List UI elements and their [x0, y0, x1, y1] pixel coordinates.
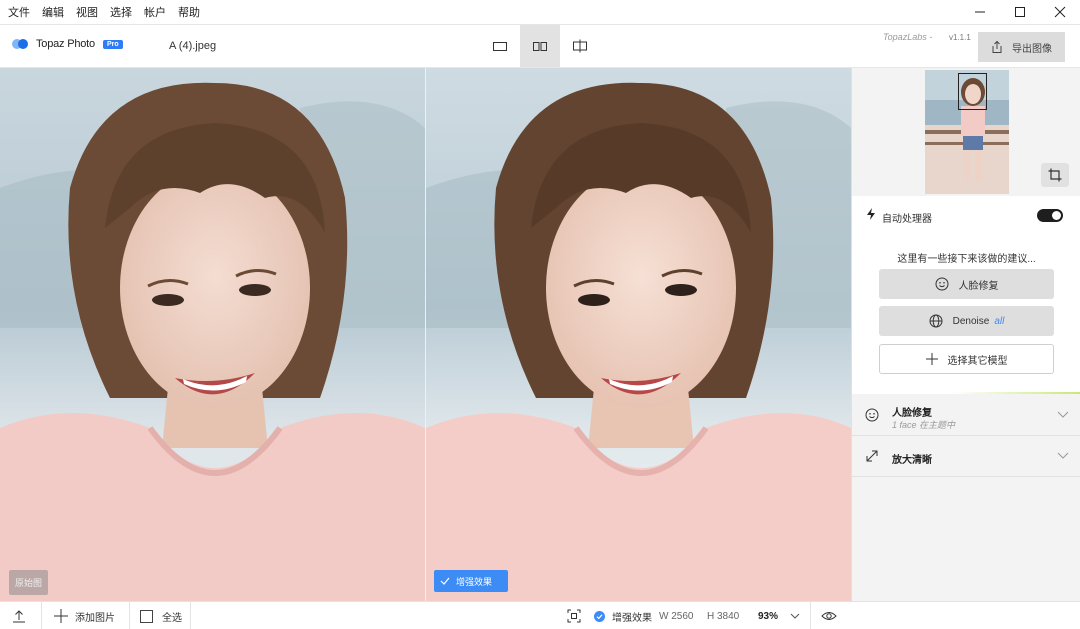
menu-view[interactable]: 视图: [76, 4, 98, 20]
section-subtitle: 1 face 在主题中: [892, 420, 956, 430]
export-icon: [992, 40, 1002, 53]
side-by-side-icon: [533, 42, 547, 51]
menu-file[interactable]: 文件: [8, 4, 30, 20]
chevron-down-icon: [1057, 452, 1069, 459]
chevron-down-icon: [790, 613, 800, 619]
autopilot-toggle[interactable]: [1037, 209, 1063, 222]
add-images-label: 添加图片: [75, 612, 115, 624]
fit-screen-icon: [567, 609, 581, 623]
app-logo: Topaz Photo Pro: [12, 38, 123, 50]
section-title: 放大清晰: [892, 455, 932, 466]
export-label: 导出图像: [1012, 43, 1052, 55]
upload-icon: [13, 610, 25, 623]
crop-button[interactable]: [1041, 163, 1069, 187]
enhanced-status: 增强效果: [594, 602, 652, 629]
check-icon: [440, 577, 450, 585]
add-images-button[interactable]: 添加图片: [54, 602, 115, 629]
menu-edit[interactable]: 编辑: [42, 4, 64, 20]
menu-help[interactable]: 帮助: [178, 4, 200, 20]
split-view-icon: [573, 39, 587, 53]
denoise-label: Denoise: [952, 315, 990, 327]
checkbox-icon: [140, 609, 153, 623]
logo-text: Topaz Photo: [36, 38, 95, 50]
minimize-button[interactable]: [960, 0, 1000, 24]
navigator-thumbnail[interactable]: [925, 70, 1009, 194]
chevron-down-icon: [1057, 411, 1069, 418]
enhanced-photo: [426, 68, 851, 601]
menu-bar: 文件 编辑 视图 选择 帐户 帮助: [0, 0, 1080, 24]
section-face-recovery[interactable]: 人脸修复 1 face 在主题中: [852, 396, 1080, 436]
pro-badge: Pro: [102, 39, 123, 49]
image-width: W 2560: [659, 610, 694, 622]
preview-toggle-button[interactable]: [821, 602, 837, 629]
fit-screen-button[interactable]: [567, 602, 581, 629]
topaz-logo-icon: [12, 38, 30, 50]
face-recovery-suggestion-button[interactable]: 人脸修复: [879, 269, 1054, 299]
eye-icon: [821, 612, 837, 620]
autopilot-card: 自动处理器 这里有一些接下来该做的建议... 人脸修复 Denoise all: [852, 196, 1080, 394]
app-window: 文件 编辑 视图 选择 帐户 帮助 Topaz Photo Pro A (4).…: [0, 0, 1080, 629]
thumbnail-image: [925, 70, 1009, 194]
plus-icon: [54, 609, 68, 623]
brand-label: TopazLabs -: [883, 32, 933, 42]
original-photo: [0, 68, 425, 601]
autopilot-title: 自动处理器: [882, 214, 932, 225]
upload-button[interactable]: [12, 602, 26, 629]
progress-glow: [952, 392, 1080, 394]
choose-model-label: 选择其它模型: [947, 355, 1008, 367]
original-image-pane[interactable]: [0, 68, 425, 601]
image-height: H 3840: [707, 610, 740, 622]
zoom-value: 93%: [758, 610, 779, 622]
choose-model-button[interactable]: 选择其它模型: [879, 344, 1054, 374]
window-controls: [960, 0, 1080, 24]
face-icon: [935, 277, 949, 291]
face-icon: [865, 408, 879, 427]
check-circle-icon: [594, 610, 605, 622]
top-toolbar: Topaz Photo Pro A (4).jpeg TopazLabs - v…: [0, 24, 1080, 68]
enhanced-tag[interactable]: 增强效果: [434, 570, 508, 592]
file-name: A (4).jpeg: [169, 40, 217, 52]
maximize-icon: [1015, 7, 1025, 17]
menu-select[interactable]: 选择: [110, 4, 132, 20]
version-label: v1.1.1: [949, 33, 971, 42]
bottom-bar: 添加图片 全选 增强效果 W 2560 H 3840 93%: [0, 601, 1080, 629]
minimize-icon: [975, 11, 985, 13]
right-panel: 自动处理器 这里有一些接下来该做的建议... 人脸修复 Denoise all: [851, 68, 1080, 601]
suggestion-text: 这里有一些接下来该做的建议...: [897, 254, 1036, 265]
close-icon: [1054, 6, 1066, 18]
enhanced-status-label: 增强效果: [612, 612, 652, 624]
crop-icon: [1048, 168, 1062, 182]
face-recovery-label: 人脸修复: [958, 280, 999, 292]
enhanced-tag-label: 增强效果: [456, 576, 493, 587]
navigator: [852, 68, 1080, 196]
section-title: 人脸修复: [892, 408, 932, 419]
select-all-label: 全选: [162, 612, 182, 624]
expand-icon: [865, 449, 879, 468]
zoom-dropdown[interactable]: 93%: [758, 602, 800, 629]
plus-icon: [925, 353, 938, 365]
export-button[interactable]: 导出图像: [978, 32, 1065, 62]
side-by-side-view-button[interactable]: [520, 25, 560, 67]
split-view-button[interactable]: [560, 25, 600, 67]
section-upscale[interactable]: 放大清晰: [852, 437, 1080, 477]
single-view-button[interactable]: [480, 25, 520, 67]
globe-icon: [929, 314, 943, 328]
denoise-all-tag: all: [994, 315, 1005, 327]
select-all-checkbox[interactable]: 全选: [140, 602, 182, 629]
close-button[interactable]: [1040, 0, 1080, 24]
original-tag: 原始图: [9, 570, 49, 595]
maximize-button[interactable]: [1000, 0, 1040, 24]
menu-account[interactable]: 帐户: [144, 4, 166, 20]
single-view-icon: [493, 42, 507, 51]
bolt-icon: [867, 208, 875, 220]
enhanced-image-pane[interactable]: [426, 68, 851, 601]
denoise-suggestion-button[interactable]: Denoise all: [879, 306, 1054, 336]
